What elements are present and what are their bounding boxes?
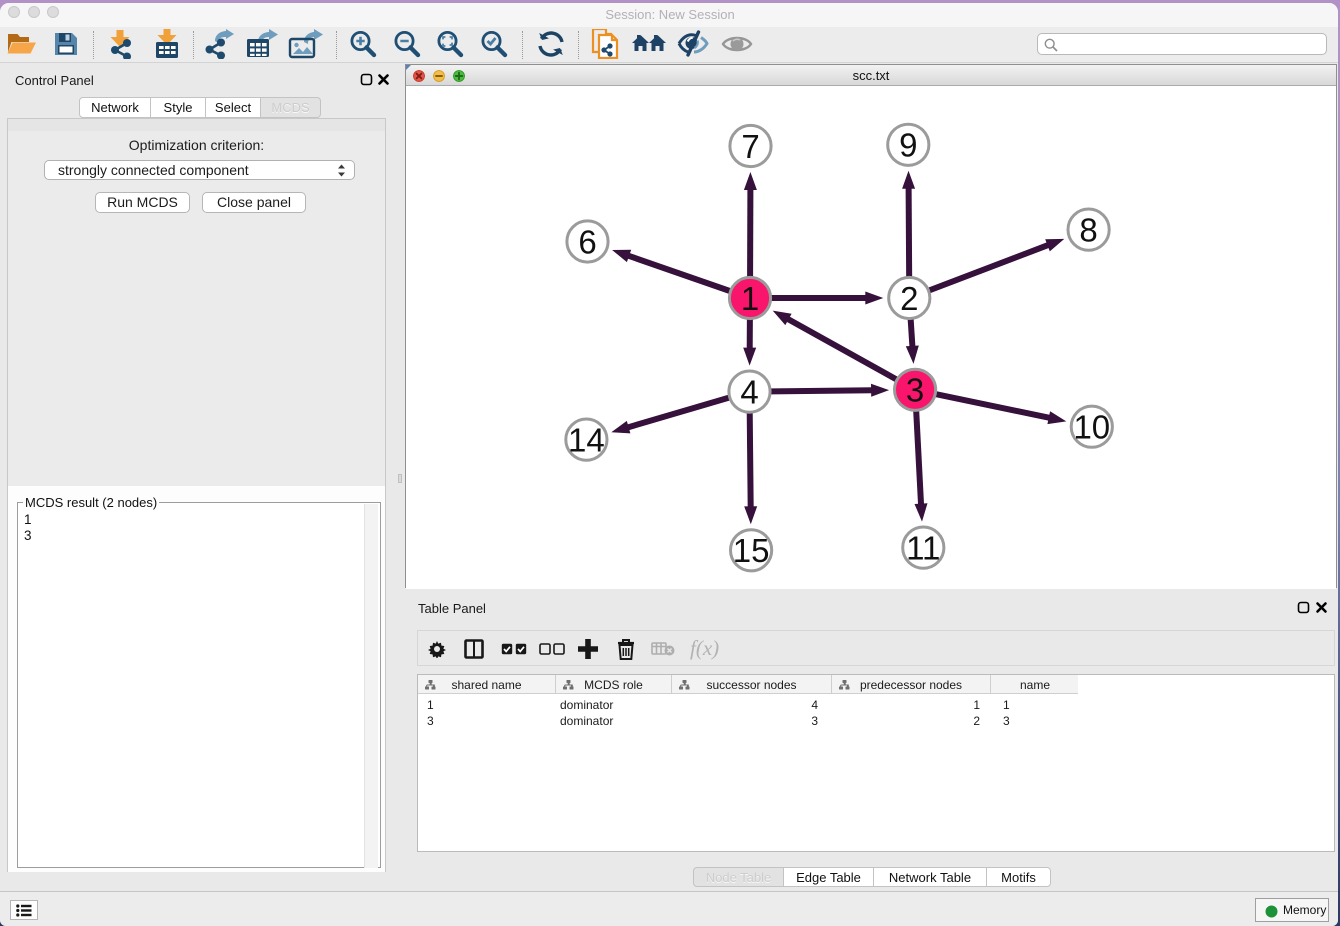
svg-text:3: 3 <box>906 372 924 409</box>
svg-text:4: 4 <box>740 373 758 410</box>
svg-text:8: 8 <box>1079 211 1097 248</box>
svg-text:15: 15 <box>733 532 770 569</box>
svg-text:7: 7 <box>741 128 759 165</box>
svg-text:1: 1 <box>741 280 759 317</box>
svg-text:10: 10 <box>1073 409 1110 446</box>
svg-text:2: 2 <box>900 280 918 317</box>
svg-text:11: 11 <box>906 529 940 566</box>
svg-text:14: 14 <box>568 421 605 458</box>
svg-text:6: 6 <box>578 223 596 260</box>
svg-text:9: 9 <box>899 127 917 164</box>
